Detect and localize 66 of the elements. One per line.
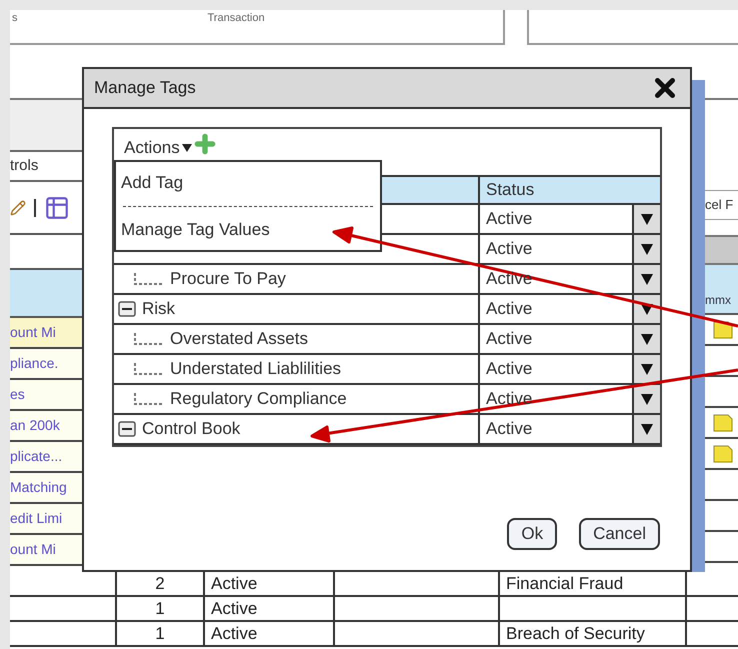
status-dropdown[interactable]: Active — [480, 325, 660, 353]
column-header: Status — [480, 177, 660, 203]
dialog-button[interactable]: Ok — [507, 518, 558, 550]
tree-item[interactable]: Regulatory Compliance — [170, 386, 347, 412]
table-header — [10, 268, 82, 318]
tree-connector — [134, 393, 164, 405]
table-cell: 1 — [115, 622, 205, 645]
link[interactable]: edit Limi — [10, 508, 62, 529]
actions-button[interactable]: Actions — [124, 135, 192, 160]
menu-item[interactable]: Add Tag — [121, 170, 375, 196]
status-dropdown[interactable]: Active — [480, 415, 660, 443]
dropdown-button[interactable] — [632, 415, 660, 443]
caret-down-icon — [640, 332, 654, 346]
menu-item[interactable]: Manage Tag Values — [121, 216, 375, 242]
tree-item[interactable]: Control Book — [142, 416, 240, 442]
collapse-icon[interactable] — [118, 301, 136, 317]
link[interactable]: ount Mi — [10, 539, 56, 560]
tree-connector — [134, 363, 164, 375]
caret-down-icon — [640, 362, 654, 376]
link[interactable]: pliance. — [10, 353, 58, 374]
link[interactable]: plicate... — [10, 446, 62, 467]
tree-item[interactable]: Overstated Assets — [170, 326, 308, 352]
dropdown-button[interactable] — [632, 385, 660, 413]
table-cell-text: Breach of Security — [505, 622, 646, 645]
tree-item[interactable]: Risk — [142, 296, 176, 322]
dropdown-button[interactable] — [632, 325, 660, 353]
tree-item[interactable]: Procure To Pay — [170, 266, 286, 292]
status-dropdown[interactable]: Active — [480, 355, 660, 383]
toolbar-strip — [705, 235, 738, 265]
column-header: mmx — [705, 292, 731, 309]
dropdown-button[interactable] — [632, 265, 660, 293]
table-cell: 1 — [115, 597, 205, 620]
status-dropdown[interactable]: Active — [480, 265, 660, 293]
tab-label[interactable]: Transaction — [208, 10, 265, 26]
tree-connector — [134, 273, 164, 285]
note-icon — [713, 444, 733, 462]
link[interactable]: ount Mi — [10, 322, 56, 343]
note-icon — [713, 414, 733, 432]
tab-label[interactable]: s — [12, 10, 18, 26]
dialog-button[interactable]: Cancel — [579, 518, 660, 550]
table-cell-text: Active — [210, 598, 258, 620]
table-cell-text: Active — [210, 622, 258, 645]
link[interactable]: Matching — [10, 477, 67, 498]
caret-down-icon — [182, 144, 192, 152]
table-cell-text: Active — [210, 572, 258, 595]
tree-connector — [134, 333, 164, 345]
dialog-title: Manage Tags — [94, 77, 196, 100]
status-dropdown[interactable]: Active — [480, 205, 660, 233]
caret-down-icon — [640, 272, 654, 286]
table-icon[interactable] — [44, 194, 70, 220]
collapse-icon[interactable] — [118, 421, 136, 437]
caret-down-icon — [640, 392, 654, 406]
panel-header — [10, 100, 82, 150]
tab-label[interactable]: trols — [10, 154, 38, 178]
dropdown-button[interactable] — [632, 235, 660, 263]
pencil-icon[interactable] — [10, 200, 26, 216]
status-dropdown[interactable]: Active — [480, 385, 660, 413]
dropdown-button[interactable] — [632, 205, 660, 233]
table-cell-text: Financial Fraud — [505, 572, 624, 595]
caret-down-icon — [640, 422, 654, 436]
link[interactable]: es — [10, 384, 25, 405]
status-dropdown[interactable]: Active — [480, 235, 660, 263]
caret-down-icon — [640, 242, 654, 256]
tree-item[interactable]: Understated Liablilities — [170, 356, 342, 382]
dropdown-button[interactable] — [632, 355, 660, 383]
link[interactable]: an 200k — [10, 415, 60, 436]
